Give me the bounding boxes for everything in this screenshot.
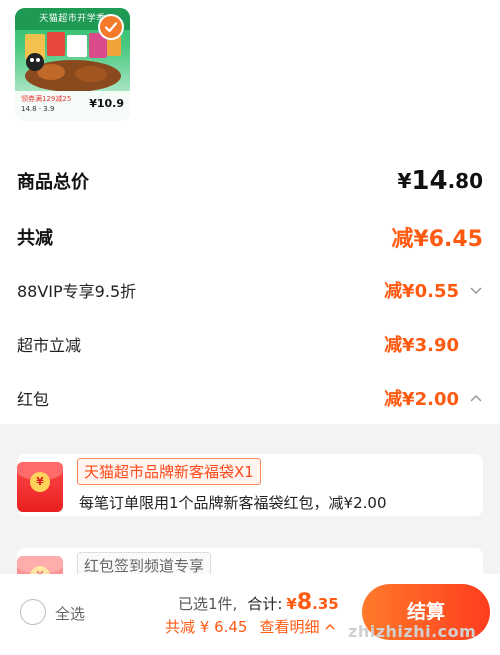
discount-value: 减¥0.55 xyxy=(384,277,483,303)
watermark: zhizhizhi.com xyxy=(348,622,477,641)
chevron-up-icon xyxy=(324,623,335,630)
checkout-bar: 全选 已选1件, 合计: ¥8.35 共减 ¥ 6.45 查看明细 结算 xyxy=(0,574,500,655)
chevron-down-icon[interactable] xyxy=(469,283,483,297)
select-all-radio[interactable] xyxy=(20,599,46,625)
reduce-amount: 共减 ¥ 6.45 xyxy=(165,618,248,636)
product-price-left: 14.8 · 3.9 xyxy=(21,105,55,113)
red-packet-icon: ¥ xyxy=(17,462,63,512)
reduce-summary: 共减 ¥ 6.45 查看明细 xyxy=(165,616,336,637)
discount-label: 红包 xyxy=(17,390,50,409)
total-reduce-row: 共减 减¥6.45 xyxy=(17,221,483,253)
total-label: 合计: xyxy=(247,595,283,613)
total-amount: ¥8.35 xyxy=(286,590,339,615)
product-selected-checkbox[interactable] xyxy=(98,14,124,40)
selected-summary: 已选1件, 合计: ¥8.35 xyxy=(178,590,339,615)
total-price-label: 商品总价 xyxy=(17,172,89,193)
total-price-value: ¥ 14 .80 xyxy=(397,166,483,196)
selected-count: 已选1件, xyxy=(178,595,238,613)
product-price-right: ¥10.9 xyxy=(89,97,124,110)
discount-label: 超市立减 xyxy=(17,336,82,355)
discount-row-red-packet[interactable]: 红包 减¥2.00 xyxy=(17,385,483,411)
select-all-label[interactable]: 全选 xyxy=(55,603,85,624)
discount-row-supermarket: 超市立减 减¥3.90 xyxy=(17,331,483,357)
discount-value: 减¥2.00 xyxy=(384,385,483,411)
coupon-tag: 天猫超市品牌新客福袋X1 xyxy=(77,458,261,485)
total-price-row: 商品总价 ¥ 14 .80 xyxy=(17,166,483,196)
product-thumbnail[interactable]: 天猫超市开学季 领券满129减25 14.8 · 3.9 ¥10.9 xyxy=(15,8,130,121)
view-detail-link[interactable]: 查看明细 xyxy=(259,616,335,637)
total-reduce-label: 共减 xyxy=(17,228,53,249)
chevron-up-icon[interactable] xyxy=(469,391,483,405)
check-icon xyxy=(104,22,118,33)
coupon-list: ¥ 天猫超市品牌新客福袋X1 每笔订单限用1个品牌新客福袋红包，减¥2.00 ¥… xyxy=(0,424,500,606)
product-price-strip: 领券满129减25 14.8 · 3.9 ¥10.9 xyxy=(15,91,130,121)
total-reduce-value: 减¥6.45 xyxy=(391,227,483,252)
coupon-item[interactable]: ¥ 天猫超市品牌新客福袋X1 每笔订单限用1个品牌新客福袋红包，减¥2.00 xyxy=(17,454,483,516)
discount-value: 减¥3.90 xyxy=(384,335,459,356)
discount-label: 88VIP专享9.5折 xyxy=(17,282,137,301)
product-promo: 领券满129减25 xyxy=(21,95,72,103)
product-image xyxy=(25,32,121,92)
discount-row-88vip[interactable]: 88VIP专享9.5折 减¥0.55 xyxy=(17,277,483,303)
coupon-description: 每笔订单限用1个品牌新客福袋红包，减¥2.00 xyxy=(79,494,387,512)
